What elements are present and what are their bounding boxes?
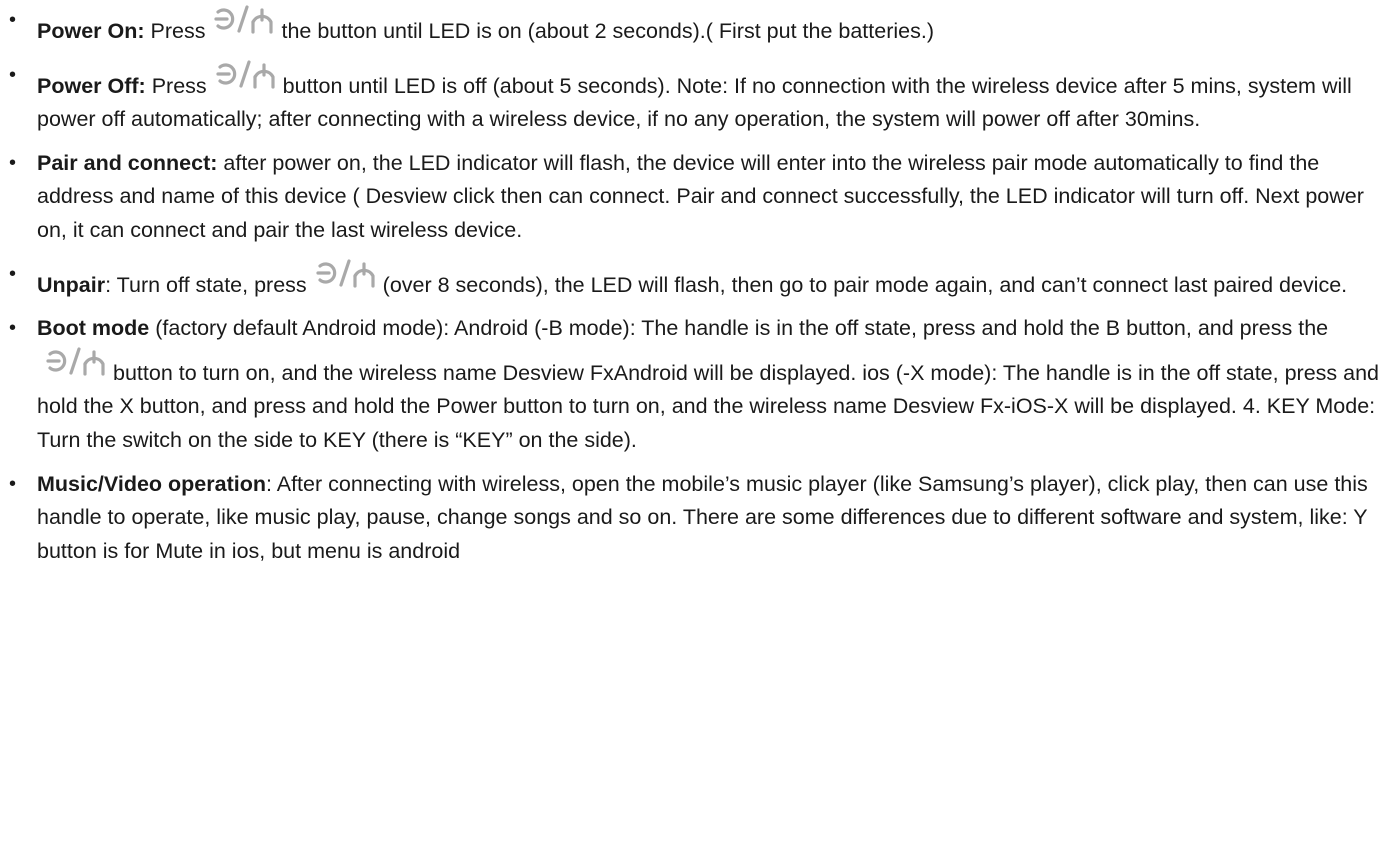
bullet: • (9, 472, 17, 495)
bullet: • (9, 9, 17, 31)
power-toggle-icon (213, 4, 275, 34)
text-boot-mode-after: button to turn on, and the wireless name… (37, 360, 1379, 452)
bullet: • (9, 151, 17, 174)
list-item-unpair: • Unpair: Turn off state, press (over 8 s… (0, 258, 1386, 303)
list-item-boot-mode: • Boot mode (factory default Android mod… (0, 312, 1386, 457)
list-item-power-off: • Power Off: Press button until LED is of… (0, 59, 1386, 137)
bullet: • (9, 317, 17, 340)
bullet: • (9, 63, 17, 86)
term-boot-mode: Boot mode (37, 316, 150, 341)
text-power-on-after: the button until LED is on (about 2 seco… (281, 19, 934, 43)
term-power-on: Power On: (37, 19, 145, 43)
text-power-on-before: Press (150, 19, 206, 43)
bullet: • (9, 262, 17, 285)
power-toggle-icon (45, 346, 107, 376)
instruction-list: • Power On: Press the button until LED is… (0, 4, 1386, 568)
text-pair-and-connect: after power on, the LED indicator will f… (37, 150, 1364, 242)
list-item-power-on: • Power On: Press the button until LED is… (0, 4, 1386, 49)
text-power-off-before: Press (151, 73, 207, 98)
term-pair-and-connect: Pair and connect: (37, 150, 218, 175)
list-item-pair-and-connect: • Pair and connect: after power on, the … (0, 147, 1386, 248)
manual-page: • Power On: Press the button until LED is… (0, 0, 1388, 855)
term-power-off: Power Off: (37, 73, 146, 98)
power-toggle-icon (315, 258, 377, 288)
term-unpair: Unpair (37, 272, 106, 297)
text-unpair-after: (over 8 seconds), the LED will flash, th… (382, 272, 1348, 297)
text-unpair-before: : Turn off state, press (105, 272, 307, 297)
power-toggle-icon (215, 59, 277, 89)
text-boot-mode-before: (factory default Android mode): Android … (155, 316, 1329, 341)
list-item-music-video: • Music/Video operation: After connectin… (0, 468, 1386, 569)
term-music-video: Music/Video operation (37, 471, 266, 496)
